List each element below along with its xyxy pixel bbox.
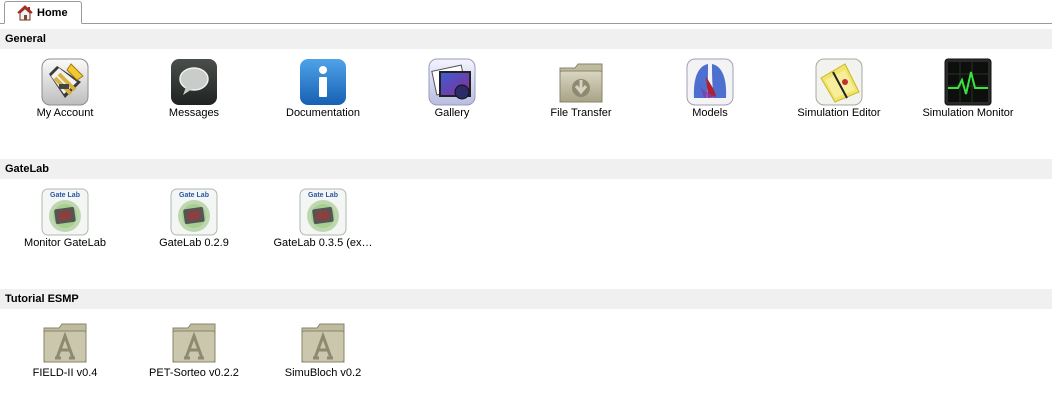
app-documentation[interactable]: Documentation (259, 58, 387, 128)
app-label: My Account (36, 107, 94, 119)
app-label: Simulation Monitor (922, 107, 1014, 119)
section-header-tutorial-esmp: Tutorial ESMP (0, 289, 1052, 309)
gatelab-icon: Gate Lab (299, 188, 347, 236)
app-simubloch[interactable]: SimuBloch v0.2 (259, 318, 387, 388)
gallery-icon (428, 58, 476, 106)
app-label: Monitor GateLab (24, 237, 106, 249)
app-pet-sorteo[interactable]: PET-Sorteo v0.2.2 (130, 318, 258, 388)
gatelab-icon: Gate Lab (170, 188, 218, 236)
app-label: Documentation (286, 107, 360, 119)
tab-home[interactable]: Home (4, 1, 82, 24)
app-label: FIELD-II v0.4 (32, 367, 98, 379)
app-label: GateLab 0.3.5 (ex… (273, 237, 373, 249)
app-monitor-gatelab[interactable]: Gate Lab Monitor GateLab (1, 188, 129, 258)
file-transfer-icon (559, 63, 603, 103)
models-icon (686, 58, 734, 106)
application-folder-icon (43, 323, 87, 363)
svg-text:Gate Lab: Gate Lab (308, 192, 338, 199)
simulation-monitor-icon (944, 58, 992, 106)
app-label: Models (692, 107, 728, 119)
app-gatelab-0-2-9[interactable]: Gate Lab GateLab 0.2.9 (130, 188, 258, 258)
app-label: Simulation Editor (797, 107, 881, 119)
app-gatelab-0-3-5[interactable]: Gate Lab GateLab 0.3.5 (ex… (259, 188, 387, 258)
home-icon (17, 4, 33, 20)
app-my-account[interactable]: My Account (1, 58, 129, 128)
svg-text:Gate Lab: Gate Lab (179, 192, 209, 199)
app-simulation-monitor[interactable]: Simulation Monitor (904, 58, 1032, 128)
section-header-general: General (0, 29, 1052, 49)
simulation-editor-icon (815, 58, 863, 106)
gatelab-icon: Gate Lab (41, 188, 89, 236)
section-header-gatelab: GateLab (0, 159, 1052, 179)
app-gallery[interactable]: Gallery (388, 58, 516, 128)
app-label: Messages (168, 107, 220, 119)
svg-text:Gate Lab: Gate Lab (50, 192, 80, 199)
app-messages[interactable]: Messages (130, 58, 258, 128)
app-field-ii[interactable]: FIELD-II v0.4 (1, 318, 129, 388)
documentation-icon (300, 59, 346, 105)
tab-bar: Home (0, 0, 1052, 24)
app-label: PET-Sorteo v0.2.2 (149, 367, 239, 379)
app-label: SimuBloch v0.2 (284, 367, 362, 379)
app-label: File Transfer (550, 107, 612, 119)
application-folder-icon (172, 323, 216, 363)
tab-home-label: Home (37, 6, 68, 19)
app-models[interactable]: Models (646, 58, 774, 128)
app-simulation-editor[interactable]: Simulation Editor (775, 58, 903, 128)
app-label: Gallery (434, 107, 470, 119)
my-account-icon (41, 58, 89, 106)
application-folder-icon (301, 323, 345, 363)
app-file-transfer[interactable]: File Transfer (517, 58, 645, 128)
app-label: GateLab 0.2.9 (159, 237, 229, 249)
messages-icon (171, 59, 217, 105)
